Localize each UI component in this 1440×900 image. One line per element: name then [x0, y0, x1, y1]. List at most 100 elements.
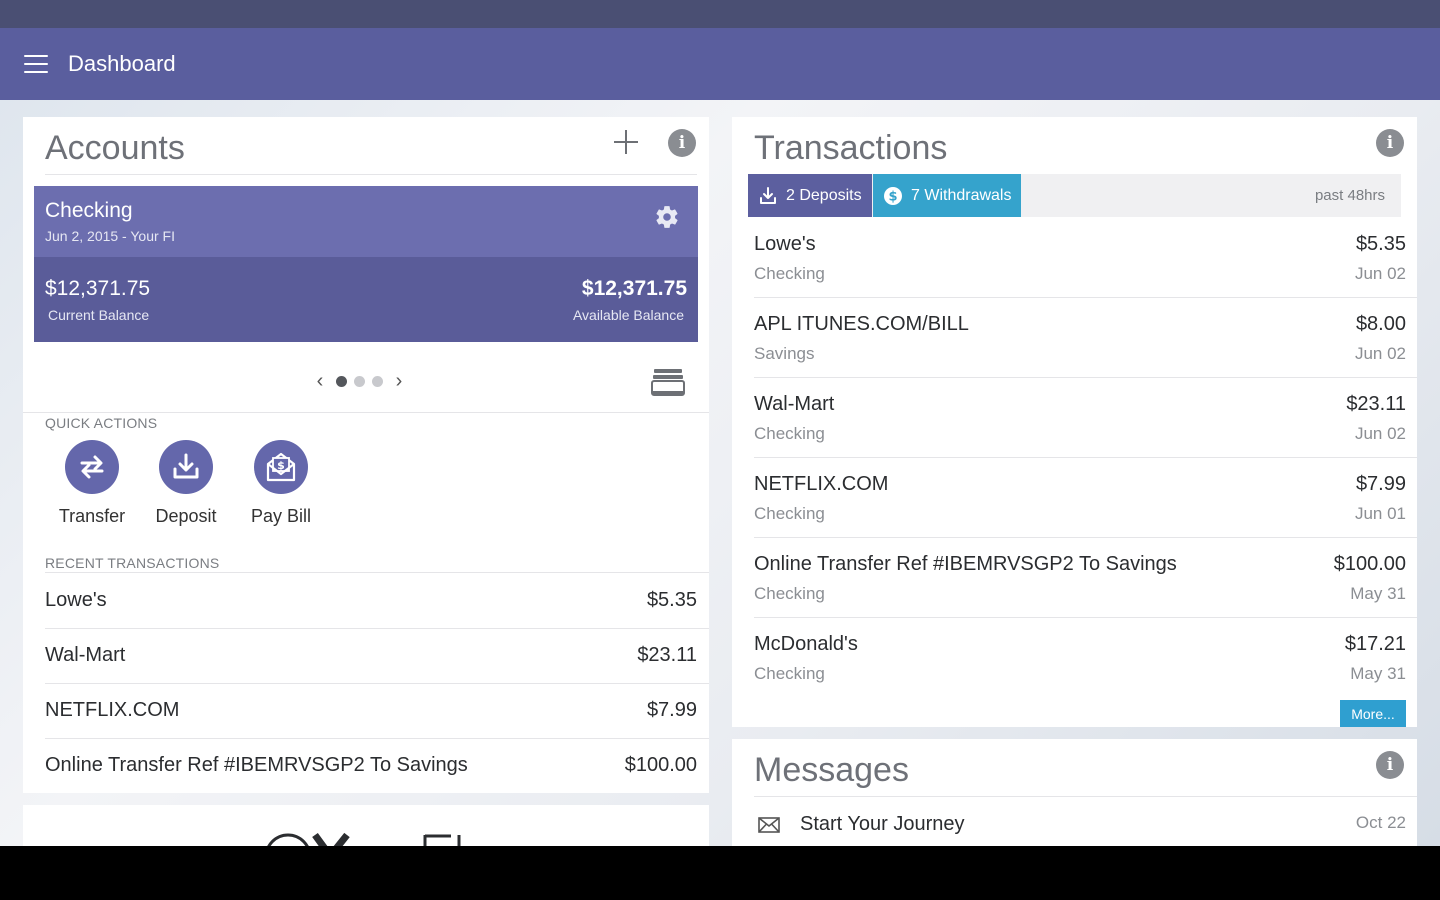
transaction-date: Jun 02: [1354, 264, 1406, 283]
page-title: Dashboard: [68, 51, 176, 76]
recent-transaction-amount: $23.11: [637, 644, 697, 666]
transaction-row[interactable]: APL ITUNES.COM/BILL Savings $8.00 Jun 02: [754, 297, 1406, 377]
cards-view-icon[interactable]: [651, 367, 685, 397]
transaction-account: Checking: [754, 504, 825, 523]
messages-info-icon[interactable]: i: [1376, 751, 1404, 779]
transaction-amount: $8.00: [1355, 313, 1406, 335]
status-bar: [0, 0, 1440, 28]
transaction-date: Jun 02: [1354, 344, 1406, 363]
pay-bill-button[interactable]: $ Pay Bill: [234, 440, 328, 527]
transaction-account: Checking: [754, 584, 825, 603]
transfer-label: Transfer: [58, 506, 126, 526]
recent-transaction-amount: $100.00: [624, 754, 697, 776]
download-icon: [760, 187, 776, 204]
svg-text:$: $: [277, 459, 285, 472]
deposit-label: Deposit: [155, 506, 217, 526]
available-balance-label: Available Balance: [572, 307, 684, 323]
period-label: past 48hrs: [1314, 187, 1385, 204]
transaction-name: Online Transfer Ref #IBEMRVSGP2 To Savin…: [754, 553, 1177, 575]
current-balance-label: Current Balance: [48, 307, 150, 323]
accounts-info-icon[interactable]: i: [668, 129, 696, 157]
recent-transaction-name: Lowe's: [45, 589, 107, 611]
transaction-account: Checking: [754, 664, 825, 683]
transaction-date: Jun 02: [1354, 424, 1406, 443]
transaction-account: Checking: [754, 264, 825, 283]
divider: [754, 796, 1417, 797]
recent-transaction-row[interactable]: Lowe's $5.35: [45, 573, 697, 628]
account-pager: ‹ ›: [311, 371, 408, 391]
pager-dot[interactable]: [354, 375, 365, 387]
dashboard-content: Accounts i Checking Jun 2, 2015 - Your F…: [0, 100, 1440, 846]
transaction-name: APL ITUNES.COM/BILL: [754, 313, 969, 335]
transaction-row[interactable]: NETFLIX.COM Checking $7.99 Jun 01: [754, 457, 1406, 537]
divider: [45, 174, 697, 175]
transaction-row[interactable]: Lowe's Checking $5.35 Jun 02: [754, 217, 1406, 297]
tab-deposits[interactable]: 2 Deposits: [748, 174, 872, 217]
transaction-amount: $23.11: [1346, 393, 1406, 415]
account-card-header: Checking Jun 2, 2015 - Your FI: [34, 186, 698, 257]
brand-logo: [267, 832, 461, 846]
accounts-card: Accounts i Checking Jun 2, 2015 - Your F…: [23, 117, 709, 793]
message-row[interactable]: Start Your Journey Oct 22: [754, 809, 1406, 843]
menu-icon[interactable]: [24, 55, 48, 73]
tab-withdrawals-label: 7 Withdrawals: [911, 186, 1012, 204]
recent-transaction-amount: $7.99: [646, 699, 697, 721]
chevron-right-icon[interactable]: ›: [390, 371, 408, 391]
transaction-date: May 31: [1350, 664, 1406, 683]
add-account-icon[interactable]: [613, 129, 639, 155]
recent-transaction-amount: $5.35: [646, 589, 697, 611]
pager-dot[interactable]: [372, 375, 383, 387]
brand-logo-card: [23, 805, 709, 846]
quick-actions-label: QUICK ACTIONS: [45, 415, 158, 431]
transaction-filter-bar: 2 Deposits $ 7 Withdrawals past 48hrs: [748, 174, 1401, 217]
transaction-account: Savings: [754, 344, 815, 363]
transaction-name: Lowe's: [754, 233, 816, 255]
deposit-button[interactable]: Deposit: [139, 440, 233, 527]
recent-transaction-row[interactable]: Wal-Mart $23.11: [45, 628, 697, 683]
transactions-card: Transactions i 2 Deposits $ 7 Withdrawal…: [732, 117, 1417, 727]
transaction-amount: $5.35: [1355, 233, 1406, 255]
messages-title: Messages: [754, 751, 909, 789]
messages-card: Messages i Start Your Journey Oct 22: [732, 739, 1417, 846]
recent-transactions-label: RECENT TRANSACTIONS: [45, 555, 220, 571]
account-balances: $12,371.75 Current Balance $12,371.75 Av…: [34, 257, 698, 342]
recent-transaction-name: Wal-Mart: [45, 644, 126, 666]
transfer-icon: [65, 440, 119, 494]
svg-text:$: $: [888, 190, 897, 205]
mail-icon: [758, 817, 780, 833]
transaction-row[interactable]: Wal-Mart Checking $23.11 Jun 02: [754, 377, 1406, 457]
message-subject: Start Your Journey: [800, 813, 965, 835]
pay-bill-label: Pay Bill: [250, 506, 312, 526]
app-bar: Dashboard: [0, 28, 1440, 100]
more-button[interactable]: More...: [1340, 700, 1406, 727]
recent-transaction-row[interactable]: NETFLIX.COM $7.99: [45, 683, 697, 738]
chevron-left-icon[interactable]: ‹: [311, 371, 329, 391]
message-date: Oct 22: [1355, 813, 1406, 832]
transaction-name: Wal-Mart: [754, 393, 835, 415]
recent-transaction-name: Online Transfer Ref #IBEMRVSGP2 To Savin…: [45, 754, 468, 776]
pager-dot[interactable]: [336, 375, 347, 387]
deposit-icon: [159, 440, 213, 494]
gear-icon[interactable]: [654, 204, 680, 230]
transactions-info-icon[interactable]: i: [1376, 129, 1404, 157]
account-subtitle: Jun 2, 2015 - Your FI: [45, 228, 175, 244]
transaction-row[interactable]: McDonald's Checking $17.21 May 31: [754, 617, 1406, 697]
account-name: Checking: [45, 199, 133, 222]
tab-withdrawals[interactable]: $ 7 Withdrawals: [873, 174, 1021, 217]
dollar-icon: $: [884, 187, 902, 205]
transaction-date: May 31: [1350, 584, 1406, 603]
account-card[interactable]: Checking Jun 2, 2015 - Your FI $12,371.7…: [34, 186, 698, 342]
transaction-name: NETFLIX.COM: [754, 473, 889, 495]
transaction-date: Jun 01: [1354, 504, 1406, 523]
transaction-amount: $100.00: [1333, 553, 1406, 575]
transaction-row[interactable]: Online Transfer Ref #IBEMRVSGP2 To Savin…: [754, 537, 1406, 617]
transfer-button[interactable]: Transfer: [45, 440, 139, 527]
transaction-name: McDonald's: [754, 633, 858, 655]
navigation-bar: [0, 846, 1440, 900]
available-balance: $12,371.75: [581, 277, 687, 300]
recent-transaction-row[interactable]: Online Transfer Ref #IBEMRVSGP2 To Savin…: [45, 738, 697, 793]
divider: [23, 412, 709, 413]
recent-transaction-name: NETFLIX.COM: [45, 699, 180, 721]
tab-deposits-label: 2 Deposits: [786, 186, 862, 204]
pay-bill-icon: $: [254, 440, 308, 494]
